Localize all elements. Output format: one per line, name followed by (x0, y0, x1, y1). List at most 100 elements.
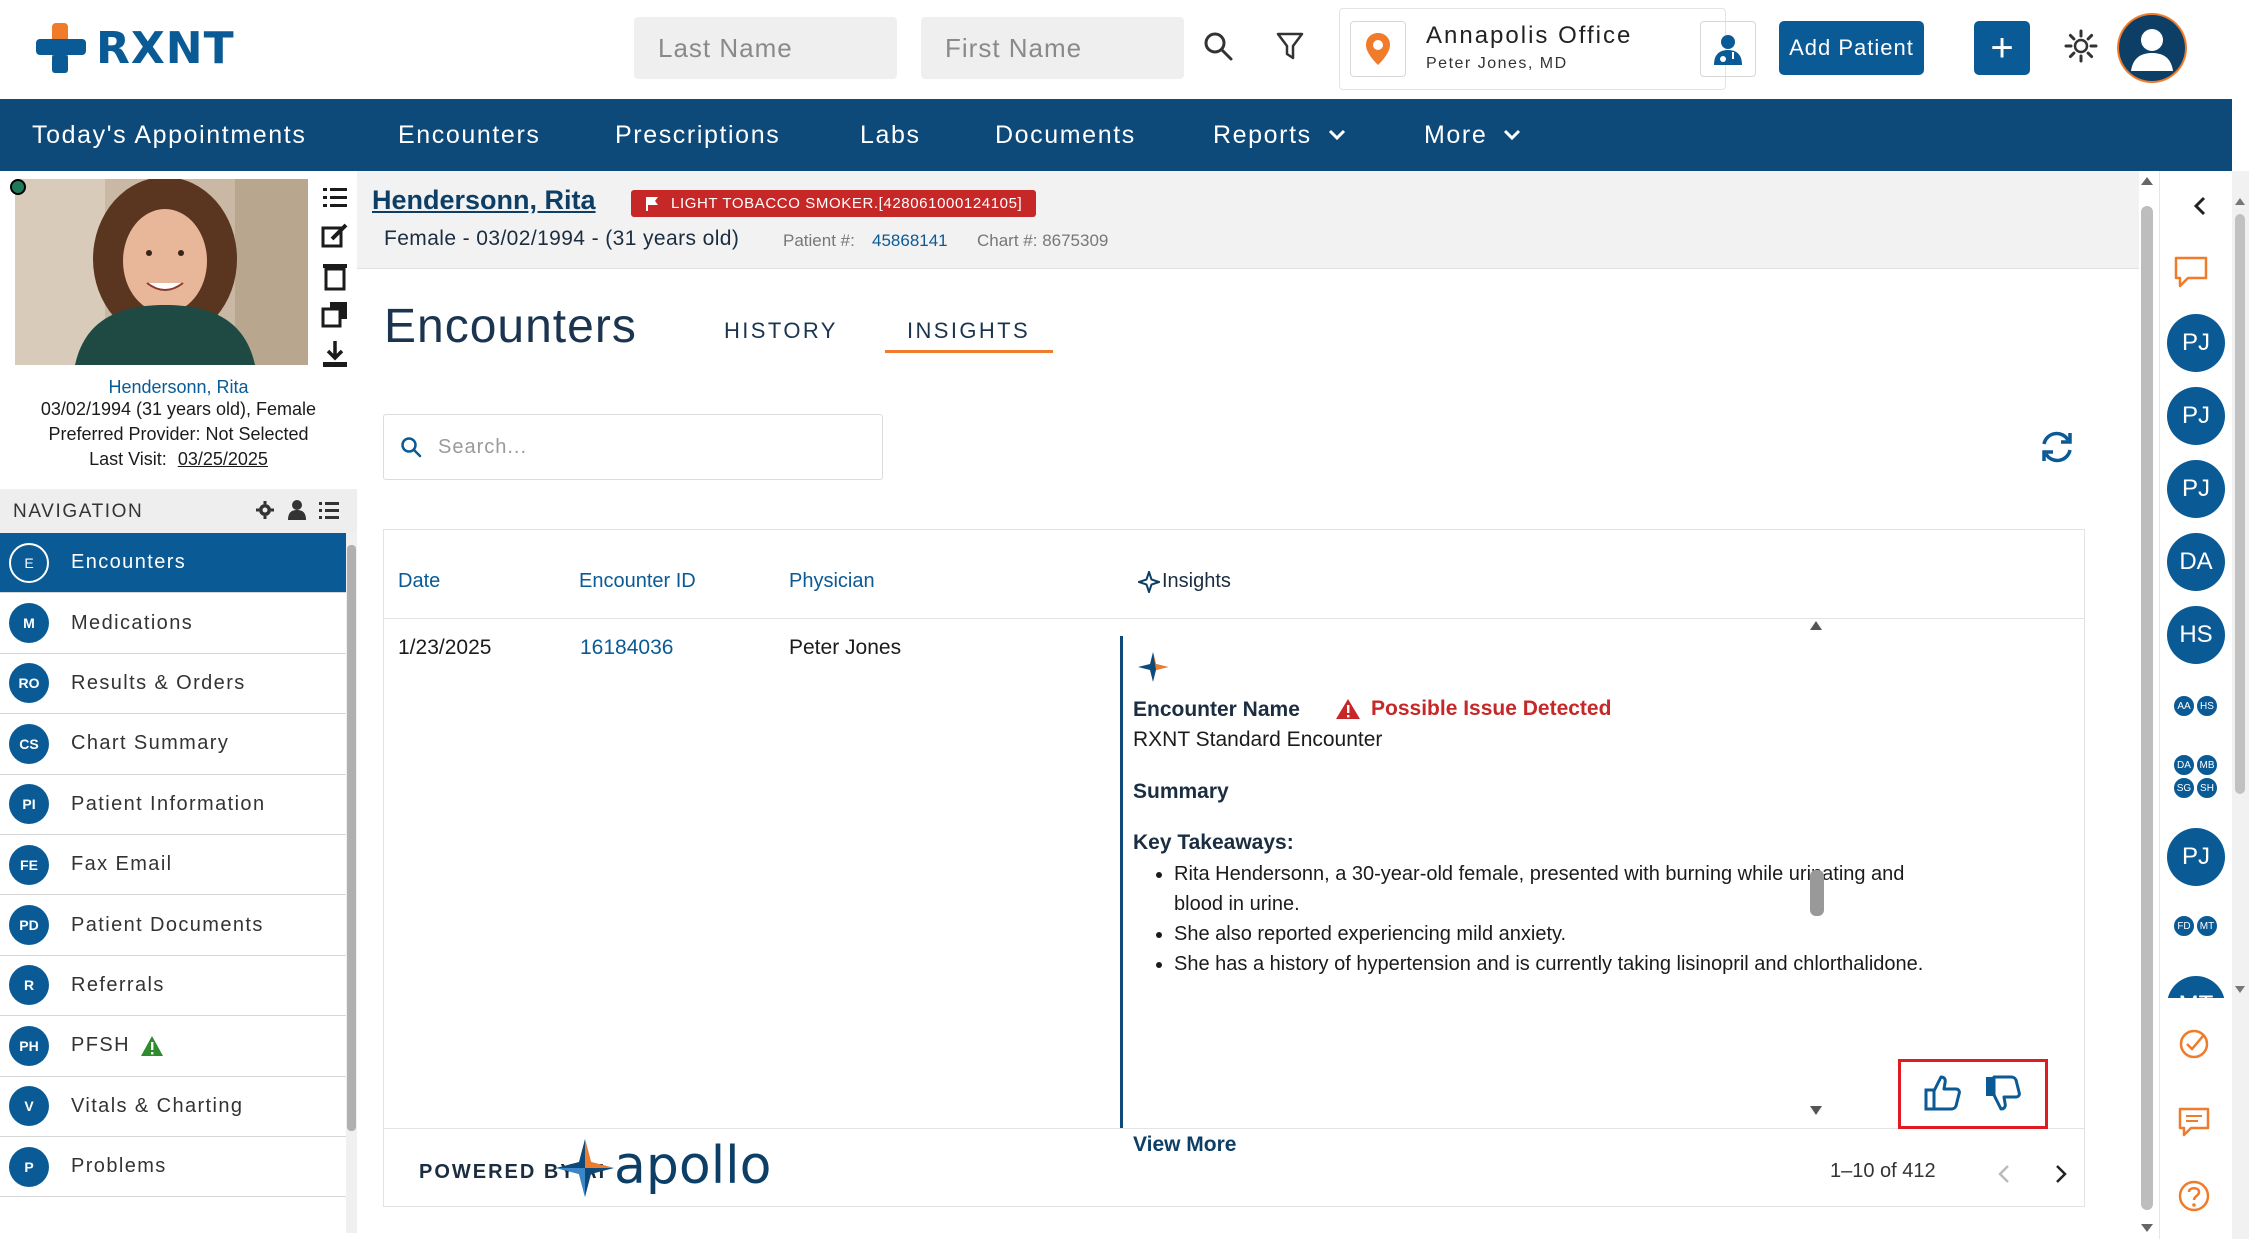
nav-badge: M (9, 603, 49, 644)
navigation-scrollbar-thumb[interactable] (347, 545, 356, 1131)
nav-settings-icon[interactable] (255, 500, 275, 520)
nav-item-referrals[interactable]: R Referrals (0, 956, 346, 1017)
last-visit-date[interactable]: 03/25/2025 (178, 449, 268, 469)
location-pin-button[interactable] (1350, 21, 1406, 77)
nav-item-medications[interactable]: M Medications (0, 593, 346, 654)
view-more-link[interactable]: View More (1133, 1133, 1236, 1157)
rail-mini-avatar[interactable]: SH (2196, 777, 2218, 799)
prev-page-icon[interactable] (1997, 1163, 2011, 1185)
scroll-up-arrow-icon[interactable] (1808, 618, 1824, 632)
main-scroll-down-icon[interactable] (2139, 1222, 2155, 1234)
rail-avatar[interactable]: PJ (2167, 387, 2225, 445)
trash-icon[interactable] (320, 261, 350, 291)
rail-mini-avatar[interactable]: MT (2196, 915, 2218, 937)
add-patient-button[interactable]: Add Patient (1779, 21, 1924, 75)
rail-avatar[interactable]: PJ (2167, 460, 2225, 518)
task-check-icon[interactable] (2177, 1027, 2211, 1061)
first-name-input[interactable]: First Name (921, 17, 1184, 79)
encounter-type: RXNT Standard Encounter (1133, 728, 1383, 751)
nav-item-problems[interactable]: P Problems (0, 1137, 346, 1198)
nav-item-label: Patient Documents (71, 913, 264, 936)
nav-labs[interactable]: Labs (860, 99, 921, 171)
patient-photo (15, 179, 308, 365)
search-icon[interactable] (1202, 30, 1234, 62)
scroll-down-arrow-icon[interactable] (1808, 1104, 1824, 1118)
last-name-input[interactable]: Last Name (634, 17, 897, 79)
nav-item-patient-information[interactable]: PI Patient Information (0, 775, 346, 835)
tobacco-alert-badge[interactable]: LIGHT TOBACCO SMOKER.[428061000124105] (631, 190, 1037, 217)
nav-item-fax-email[interactable]: FE Fax Email (0, 835, 346, 896)
doctor-button[interactable] (1700, 21, 1756, 77)
rail-avatar[interactable]: PJ (2167, 828, 2225, 886)
nav-encounters[interactable]: Encounters (398, 99, 540, 171)
nav-item-vitals-charting[interactable]: V Vitals & Charting (0, 1077, 346, 1137)
nav-item-chart-summary[interactable]: CS Chart Summary (0, 714, 346, 775)
list-icon[interactable] (320, 183, 350, 213)
nav-item-results-orders[interactable]: RO Results & Orders (0, 654, 346, 715)
rail-mini-avatar[interactable]: HS (2196, 695, 2218, 717)
row-encounter-id[interactable]: 16184036 (580, 636, 673, 660)
message-icon[interactable] (2177, 1106, 2211, 1138)
patient-number[interactable]: 45868141 (872, 231, 948, 251)
nav-item-pfsh[interactable]: PH PFSH (0, 1016, 346, 1077)
nav-documents[interactable]: Documents (995, 99, 1136, 171)
refresh-icon[interactable] (2039, 429, 2075, 465)
user-avatar[interactable] (2117, 13, 2187, 83)
nav-badge: PI (9, 784, 49, 825)
nav-item-patient-documents[interactable]: PD Patient Documents (0, 895, 346, 956)
rail-avatar[interactable]: PJ (2167, 314, 2225, 372)
collapse-chevron-icon[interactable] (2192, 195, 2208, 217)
issue-text: Possible Issue Detected (1371, 697, 1612, 720)
nav-item-encounters[interactable]: E Encounters (0, 533, 346, 594)
rail-avatar[interactable]: DA (2167, 533, 2225, 591)
rail-scrollbar-thumb[interactable] (2235, 214, 2245, 794)
column-insights-label: Insights (1162, 570, 1231, 592)
issue-alert: Possible Issue Detected (1335, 697, 1611, 721)
insight-scrollbar-thumb[interactable] (1810, 870, 1824, 916)
rail-mini-avatar[interactable]: FD (2173, 915, 2195, 937)
filter-icon[interactable] (1275, 30, 1305, 62)
nav-badge: E (9, 542, 49, 583)
active-tab-indicator (885, 350, 1053, 353)
column-insights[interactable]: Insights (1138, 570, 1231, 593)
nav-prescriptions[interactable]: Prescriptions (615, 99, 780, 171)
gear-icon[interactable] (2064, 29, 2098, 63)
edit-icon[interactable] (320, 221, 350, 251)
copy-icon[interactable] (320, 299, 350, 329)
rxnt-logo[interactable]: RXNT (34, 20, 235, 76)
last-visit-label: Last Visit: (89, 449, 167, 469)
patient-banner: Hendersonn, Rita LIGHT TOBACCO SMOKER.[4… (357, 171, 2139, 269)
nav-reports[interactable]: Reports (1213, 99, 1346, 171)
rail-scroll-down-icon[interactable] (2234, 985, 2246, 995)
office-selector[interactable]: Annapolis Office Peter Jones, MD (1339, 8, 1756, 90)
nav-todays-appointments[interactable]: Today's Appointments (32, 99, 306, 171)
rail-mini-avatar[interactable]: MB (2196, 754, 2218, 776)
rail-avatar[interactable]: MT (2167, 976, 2225, 998)
nav-item-label: Vitals & Charting (71, 1094, 244, 1117)
nav-list-icon[interactable] (318, 500, 340, 520)
column-physician[interactable]: Physician (789, 570, 875, 593)
column-date[interactable]: Date (398, 570, 440, 593)
main-scrollbar-thumb[interactable] (2141, 206, 2153, 1210)
nav-more[interactable]: More (1424, 99, 1521, 171)
search-input[interactable]: Search... (383, 414, 883, 480)
column-encounter-id[interactable]: Encounter ID (579, 570, 696, 593)
add-plus-button[interactable]: + (1974, 21, 2030, 75)
patient-card-name[interactable]: Hendersonn, Rita (0, 377, 357, 398)
download-icon[interactable] (320, 339, 350, 369)
rail-mini-avatar[interactable]: DA (2173, 754, 2195, 776)
nav-person-icon[interactable] (287, 499, 307, 521)
feedback-highlight-box (1898, 1059, 2048, 1129)
patient-name-link[interactable]: Hendersonn, Rita (372, 185, 596, 216)
chat-icon[interactable] (2172, 255, 2210, 289)
patient-number-label: Patient #: (783, 231, 855, 250)
rail-avatar[interactable]: HS (2167, 606, 2225, 664)
next-page-icon[interactable] (2054, 1163, 2068, 1185)
main-scroll-up-icon[interactable] (2139, 175, 2155, 187)
rail-scroll-up-icon[interactable] (2234, 196, 2246, 206)
rail-mini-avatar[interactable]: AA (2173, 695, 2195, 717)
tab-history[interactable]: HISTORY (724, 318, 838, 344)
tab-insights[interactable]: INSIGHTS (907, 318, 1030, 344)
rail-mini-avatar[interactable]: SG (2173, 777, 2195, 799)
help-icon[interactable] (2177, 1179, 2211, 1213)
